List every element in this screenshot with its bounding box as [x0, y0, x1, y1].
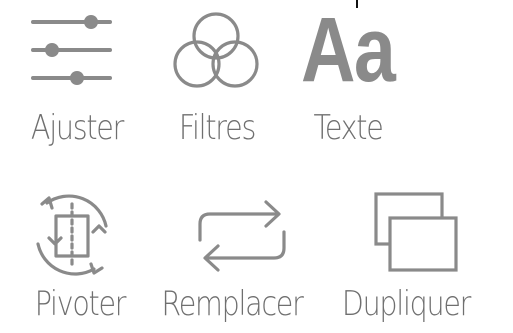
- text-icon: Aa: [301, 0, 396, 101]
- tool-pivoter[interactable]: Pivoter: [0, 170, 170, 330]
- rotate-icon: [36, 194, 108, 276]
- tool-remplacer[interactable]: Remplacer: [160, 170, 330, 330]
- duplicate-icon: [374, 192, 458, 272]
- tool-remplacer-label: Remplacer: [161, 284, 303, 324]
- tool-filtres-label: Filtres: [178, 108, 256, 148]
- tool-texte-label: Texte: [313, 108, 383, 148]
- filters-icon: [173, 12, 259, 88]
- tool-dupliquer[interactable]: Dupliquer: [336, 170, 506, 330]
- sliders-icon: [31, 15, 112, 85]
- tool-dupliquer-label: Dupliquer: [341, 284, 472, 324]
- tool-ajuster-label: Ajuster: [30, 108, 124, 148]
- tool-texte[interactable]: Aa Texte: [279, 0, 449, 160]
- tool-filtres[interactable]: Filtres: [131, 0, 301, 160]
- tool-pivoter-label: Pivoter: [34, 284, 127, 324]
- replace-icon: [198, 200, 286, 272]
